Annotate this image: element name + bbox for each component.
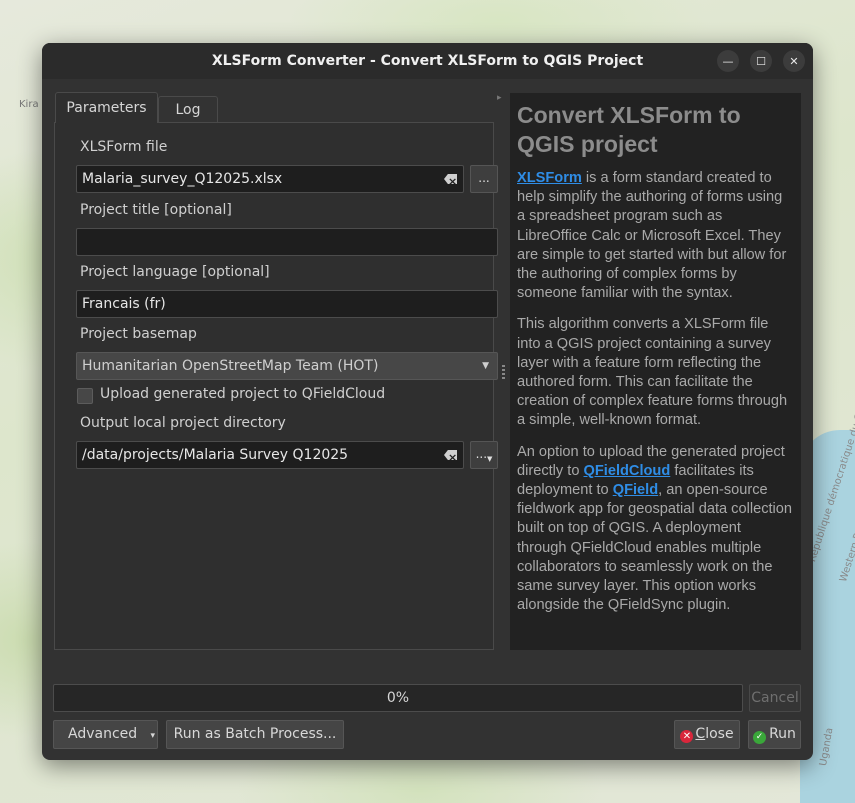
minimize-button[interactable]: —	[717, 50, 739, 72]
minimize-icon: —	[722, 54, 734, 68]
close-window-button[interactable]: ✕	[783, 50, 805, 72]
xlsform-file-field[interactable]: Malaria_survey_Q12025.xlsx	[76, 165, 464, 193]
close-label: lose	[705, 726, 734, 742]
xlsform-converter-dialog: XLSForm Converter - Convert XLSForm to Q…	[42, 43, 813, 760]
close-label-mnemonic: C	[695, 726, 706, 742]
upload-qfieldcloud-checkbox[interactable]	[77, 388, 93, 404]
xlsform-link[interactable]: XLSForm	[517, 170, 582, 186]
project-basemap-label: Project basemap	[80, 326, 197, 342]
tab-log[interactable]: Log	[158, 96, 218, 123]
advanced-label: Advanced	[68, 726, 138, 742]
help-paragraph-1: XLSForm is a form standard created to he…	[517, 169, 794, 303]
title-bar[interactable]: XLSForm Converter - Convert XLSForm to Q…	[42, 43, 813, 79]
maximize-button[interactable]: ☐	[750, 50, 772, 72]
project-basemap-select[interactable]: Humanitarian OpenStreetMap Team (HOT) ▼	[76, 352, 498, 380]
project-language-value: Francais (fr)	[82, 296, 166, 312]
close-circle-icon: ✕	[680, 730, 694, 743]
tab-parameters[interactable]: Parameters	[55, 92, 158, 123]
splitter-collapse-icon[interactable]: ▸	[497, 93, 502, 103]
help-text: is a form standard created to help simpl…	[517, 170, 787, 302]
project-title-field[interactable]	[76, 228, 498, 256]
upload-qfieldcloud-label[interactable]: Upload generated project to QFieldCloud	[100, 386, 385, 402]
output-directory-value: /data/projects/Malaria Survey Q12025	[82, 447, 349, 463]
output-browse-button[interactable]: ...▼	[470, 441, 498, 469]
project-language-field[interactable]: Francais (fr)	[76, 290, 498, 318]
close-icon: ✕	[789, 54, 799, 68]
check-circle-icon: ✓	[753, 731, 767, 744]
advanced-button[interactable]: Advanced ▾	[53, 720, 158, 749]
parameters-panel: XLSForm file Malaria_survey_Q12025.xlsx …	[54, 122, 498, 650]
qfieldcloud-link[interactable]: QFieldCloud	[584, 463, 671, 479]
run-batch-button[interactable]: Run as Batch Process...	[166, 720, 344, 749]
map-label-kira: Kira	[19, 99, 39, 110]
splitter-handle[interactable]	[502, 365, 505, 381]
help-heading: Convert XLSForm to QGIS project	[517, 102, 741, 157]
output-browse-label: ...	[475, 447, 488, 461]
output-directory-field[interactable]: /data/projects/Malaria Survey Q12025	[76, 441, 464, 469]
help-paragraph-2: This algorithm converts a XLSForm file i…	[517, 316, 788, 429]
project-title-label: Project title [optional]	[80, 202, 232, 218]
output-directory-label: Output local project directory	[80, 415, 286, 431]
project-language-label: Project language [optional]	[80, 264, 270, 280]
clear-icon[interactable]	[444, 450, 457, 460]
project-basemap-value: Humanitarian OpenStreetMap Team (HOT)	[82, 358, 379, 374]
help-text: , an open-source fieldwork app for geosp…	[517, 482, 793, 614]
chevron-down-icon: ▼	[487, 455, 493, 463]
help-paragraph-3: An option to upload the generated projec…	[517, 443, 794, 616]
help-panel: Convert XLSForm to QGIS project XLSForm …	[510, 93, 801, 650]
run-label: Run	[769, 726, 796, 742]
progress-label: 0%	[386, 690, 410, 706]
progress-bar: 0%	[53, 684, 743, 712]
run-button[interactable]: ✓ Run	[748, 720, 801, 749]
close-button[interactable]: ✕ Close	[674, 720, 740, 749]
xlsform-file-value: Malaria_survey_Q12025.xlsx	[82, 171, 283, 187]
xlsform-browse-button[interactable]: ...	[470, 165, 498, 193]
clear-icon[interactable]	[444, 174, 457, 184]
window-title: XLSForm Converter - Convert XLSForm to Q…	[211, 53, 644, 69]
maximize-icon: ☐	[756, 54, 766, 68]
xlsform-file-label: XLSForm file	[80, 139, 168, 155]
menu-arrow-icon: ▾	[150, 731, 155, 741]
qfield-link[interactable]: QField	[613, 482, 658, 498]
cancel-button[interactable]: Cancel	[749, 684, 801, 712]
chevron-down-icon: ▼	[482, 361, 489, 371]
